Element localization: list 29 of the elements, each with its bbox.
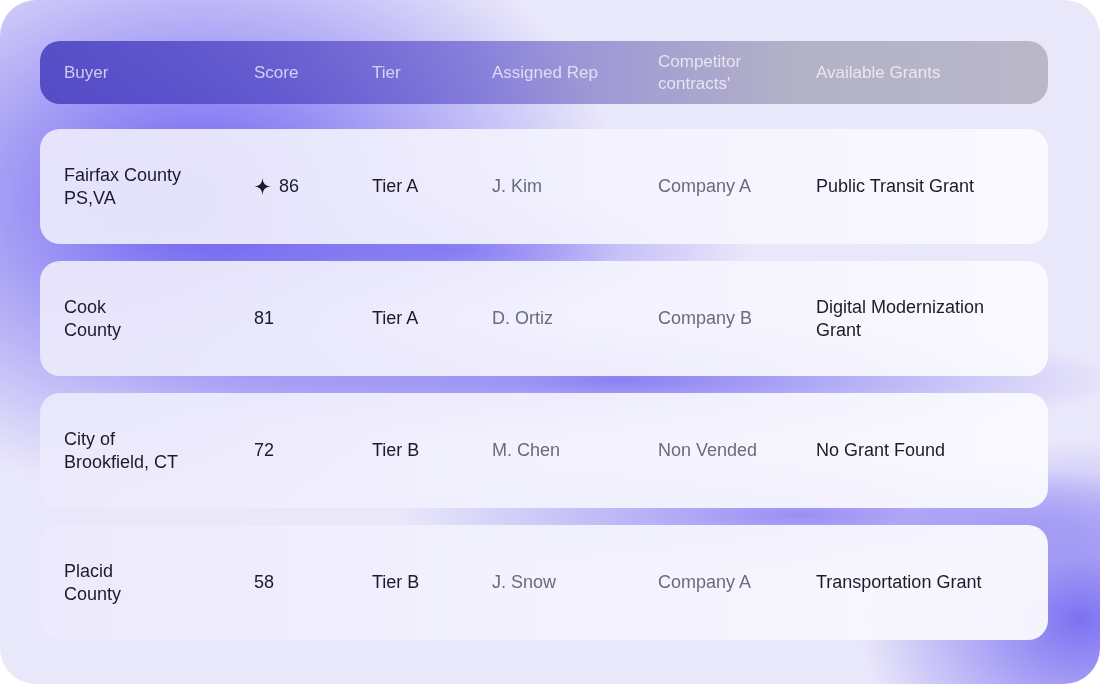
- table-cell-text: Fairfax County PS,VA: [64, 164, 183, 209]
- table-cell-text: Cook County: [64, 296, 123, 341]
- table-cell-text: Placid County: [64, 560, 123, 605]
- table-cell-text: J. Kim: [492, 175, 543, 198]
- table-cell-text: D. Ortiz: [492, 307, 554, 330]
- column-header: Buyer: [64, 61, 110, 84]
- table-cell: 58: [254, 571, 275, 594]
- table-cell-text: Company A: [658, 175, 753, 198]
- table-cell-text: Transportation Grant: [816, 571, 983, 594]
- column-header: Competitor contracts': [658, 51, 743, 94]
- column-header: Tier: [372, 61, 402, 84]
- table-cell-text: Public Transit Grant: [816, 175, 976, 198]
- column-header: Score: [254, 61, 300, 84]
- table-cell-text: No Grant Found: [816, 439, 947, 462]
- table-cell-text: Tier B: [372, 439, 421, 462]
- table-cell: 86: [279, 175, 300, 198]
- table-cell-text: Tier B: [372, 571, 421, 594]
- table-cell-text: Digital Modernization Grant: [816, 296, 986, 341]
- table-cell-text: Tier A: [372, 307, 420, 330]
- table-cell: 72: [254, 439, 275, 462]
- table-cell: 81: [254, 307, 275, 330]
- table-cell-text: Company A: [658, 571, 753, 594]
- table-cell-text: City of Brookfield, CT: [64, 428, 180, 473]
- column-header: Assigned Rep: [492, 61, 599, 84]
- table-cell-text: Company B: [658, 307, 754, 330]
- table-cell-text: J. Snow: [492, 571, 558, 594]
- table-cell-text: Tier A: [372, 175, 420, 198]
- table-cell-text: Non Vended: [658, 439, 759, 462]
- table-cell-text: M. Chen: [492, 439, 562, 462]
